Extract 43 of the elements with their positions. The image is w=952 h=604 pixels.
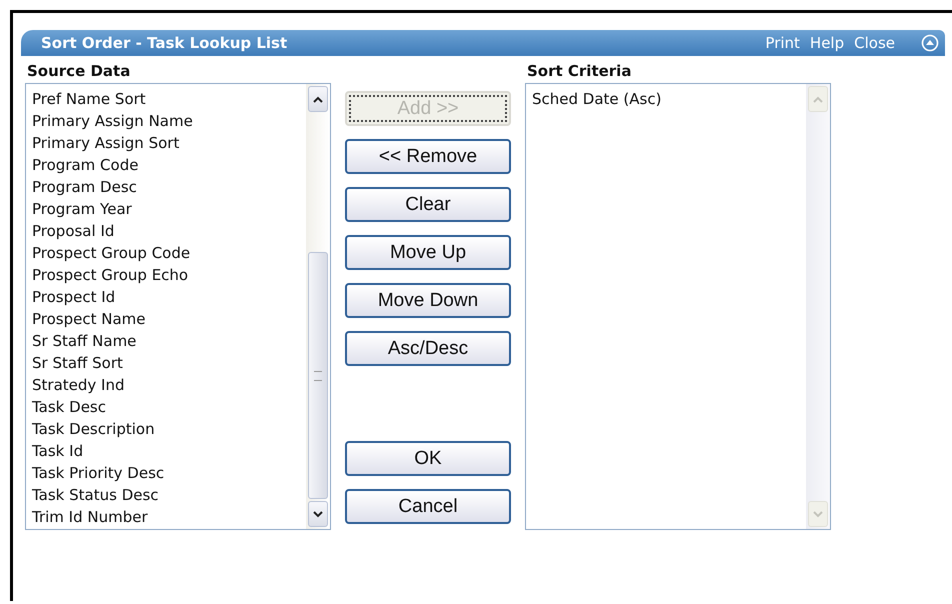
chevron-down-icon: [313, 510, 323, 518]
button[interactable]: OK: [345, 441, 511, 476]
list-heading: Sort Criteria: [526, 61, 632, 82]
list-item[interactable]: Pref Name Sort: [32, 88, 306, 110]
button[interactable]: Move Up: [345, 235, 511, 270]
scrollbar[interactable]: [306, 84, 330, 529]
list-item[interactable]: Task Description: [32, 418, 306, 440]
chevron-up-icon: [313, 96, 323, 102]
button[interactable]: Cancel: [345, 489, 511, 524]
chevron-down-icon: [813, 510, 823, 518]
list-item[interactable]: Prospect Group Echo: [32, 264, 306, 286]
list-item[interactable]: Primary Assign Name: [32, 110, 306, 132]
list-box[interactable]: Sched Date (Asc): [525, 83, 831, 530]
scroll-thumb[interactable]: [308, 252, 328, 499]
chevron-up-icon: [813, 96, 823, 102]
list-item[interactable]: Task Status Desc: [32, 484, 306, 506]
button[interactable]: Move Down: [345, 283, 511, 318]
list-item[interactable]: Prospect Group Code: [32, 242, 306, 264]
list-item[interactable]: Program Desc: [32, 176, 306, 198]
list-item[interactable]: Primary Assign Sort: [32, 132, 306, 154]
list-item[interactable]: Program Year: [32, 198, 306, 220]
list-item[interactable]: Stratedy Ind: [32, 374, 306, 396]
list-item[interactable]: Task Id: [32, 440, 306, 462]
button[interactable]: << Remove: [345, 139, 511, 174]
list-item[interactable]: Sr Staff Sort: [32, 352, 306, 374]
scroll-up-button[interactable]: [308, 86, 328, 112]
list-box[interactable]: [25, 83, 331, 530]
list-item[interactable]: Sched Date (Asc): [532, 88, 806, 110]
collapse-icon[interactable]: [921, 34, 939, 52]
list-item[interactable]: Prospect Id: [32, 286, 306, 308]
list-item[interactable]: Sr Staff Name: [32, 330, 306, 352]
list-item[interactable]: Task Priority Desc: [32, 462, 306, 484]
list-item[interactable]: Trim Id Number: [32, 506, 306, 528]
window-title: Sort Order - Task Lookup List: [41, 34, 288, 52]
button: Add >>: [345, 91, 511, 126]
list-item[interactable]: Prospect Name: [32, 308, 306, 330]
list-heading: Source Data: [26, 61, 132, 82]
button[interactable]: Asc/Desc: [345, 331, 511, 366]
list-item[interactable]: Proposal Id: [32, 220, 306, 242]
list-item[interactable]: Program Code: [32, 154, 306, 176]
button[interactable]: Clear: [345, 187, 511, 222]
list-item[interactable]: Task Desc: [32, 396, 306, 418]
scroll-down-button[interactable]: [308, 501, 328, 527]
